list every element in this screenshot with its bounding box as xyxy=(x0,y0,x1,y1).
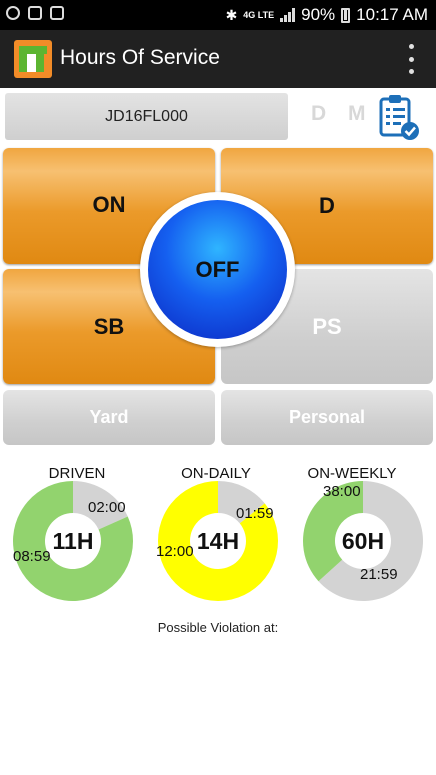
m-mode-toggle[interactable]: M xyxy=(348,102,366,126)
on-weekly-gauge-center: 60H xyxy=(341,527,385,554)
on-weekly-remaining-label: 38:00 xyxy=(323,483,361,500)
app-title: Hours Of Service xyxy=(60,46,220,69)
on-daily-used-label: 12:00 xyxy=(156,543,194,560)
status-bar: ✱ 4G LTE 90% 10:17 AM xyxy=(0,0,436,30)
image-icon xyxy=(28,6,42,20)
vehicle-selector[interactable]: JD16FL000 xyxy=(5,93,288,140)
yard-move-button[interactable]: Yard xyxy=(3,390,215,445)
driven-used-label: 08:59 xyxy=(13,548,51,565)
on-weekly-gauge: 60H xyxy=(302,480,424,602)
on-daily-remaining-label: 01:59 xyxy=(236,505,274,522)
off-duty-button[interactable]: OFF xyxy=(140,192,295,347)
driven-remaining-label: 02:00 xyxy=(88,499,126,516)
on-weekly-used-label: 21:59 xyxy=(360,566,398,583)
on-daily-gauge-center: 14H xyxy=(196,527,240,554)
clipboard-check-icon[interactable] xyxy=(377,93,421,141)
network-type: 4G LTE xyxy=(243,10,275,20)
d-mode-toggle[interactable]: D xyxy=(311,102,326,126)
clock: 10:17 AM xyxy=(356,5,428,24)
app-bar: Hours Of Service xyxy=(0,30,436,88)
calendar-icon xyxy=(50,6,64,20)
battery-percent: 90% xyxy=(301,5,336,24)
on-daily-gauge: 14H xyxy=(157,480,279,602)
overflow-menu-icon[interactable] xyxy=(406,44,416,74)
battery-icon xyxy=(341,7,351,23)
truck-logo-icon xyxy=(14,40,52,78)
personal-conveyance-button[interactable]: Personal xyxy=(221,390,433,445)
signal-icon xyxy=(280,8,296,22)
off-duty-label: OFF xyxy=(148,200,287,339)
possible-violation-text: Possible Violation at: xyxy=(157,620,279,635)
notification-icon xyxy=(6,6,20,20)
bluetooth-icon: ✱ xyxy=(225,6,238,23)
notification-icons xyxy=(6,6,64,20)
vehicle-id: JD16FL000 xyxy=(105,107,188,125)
